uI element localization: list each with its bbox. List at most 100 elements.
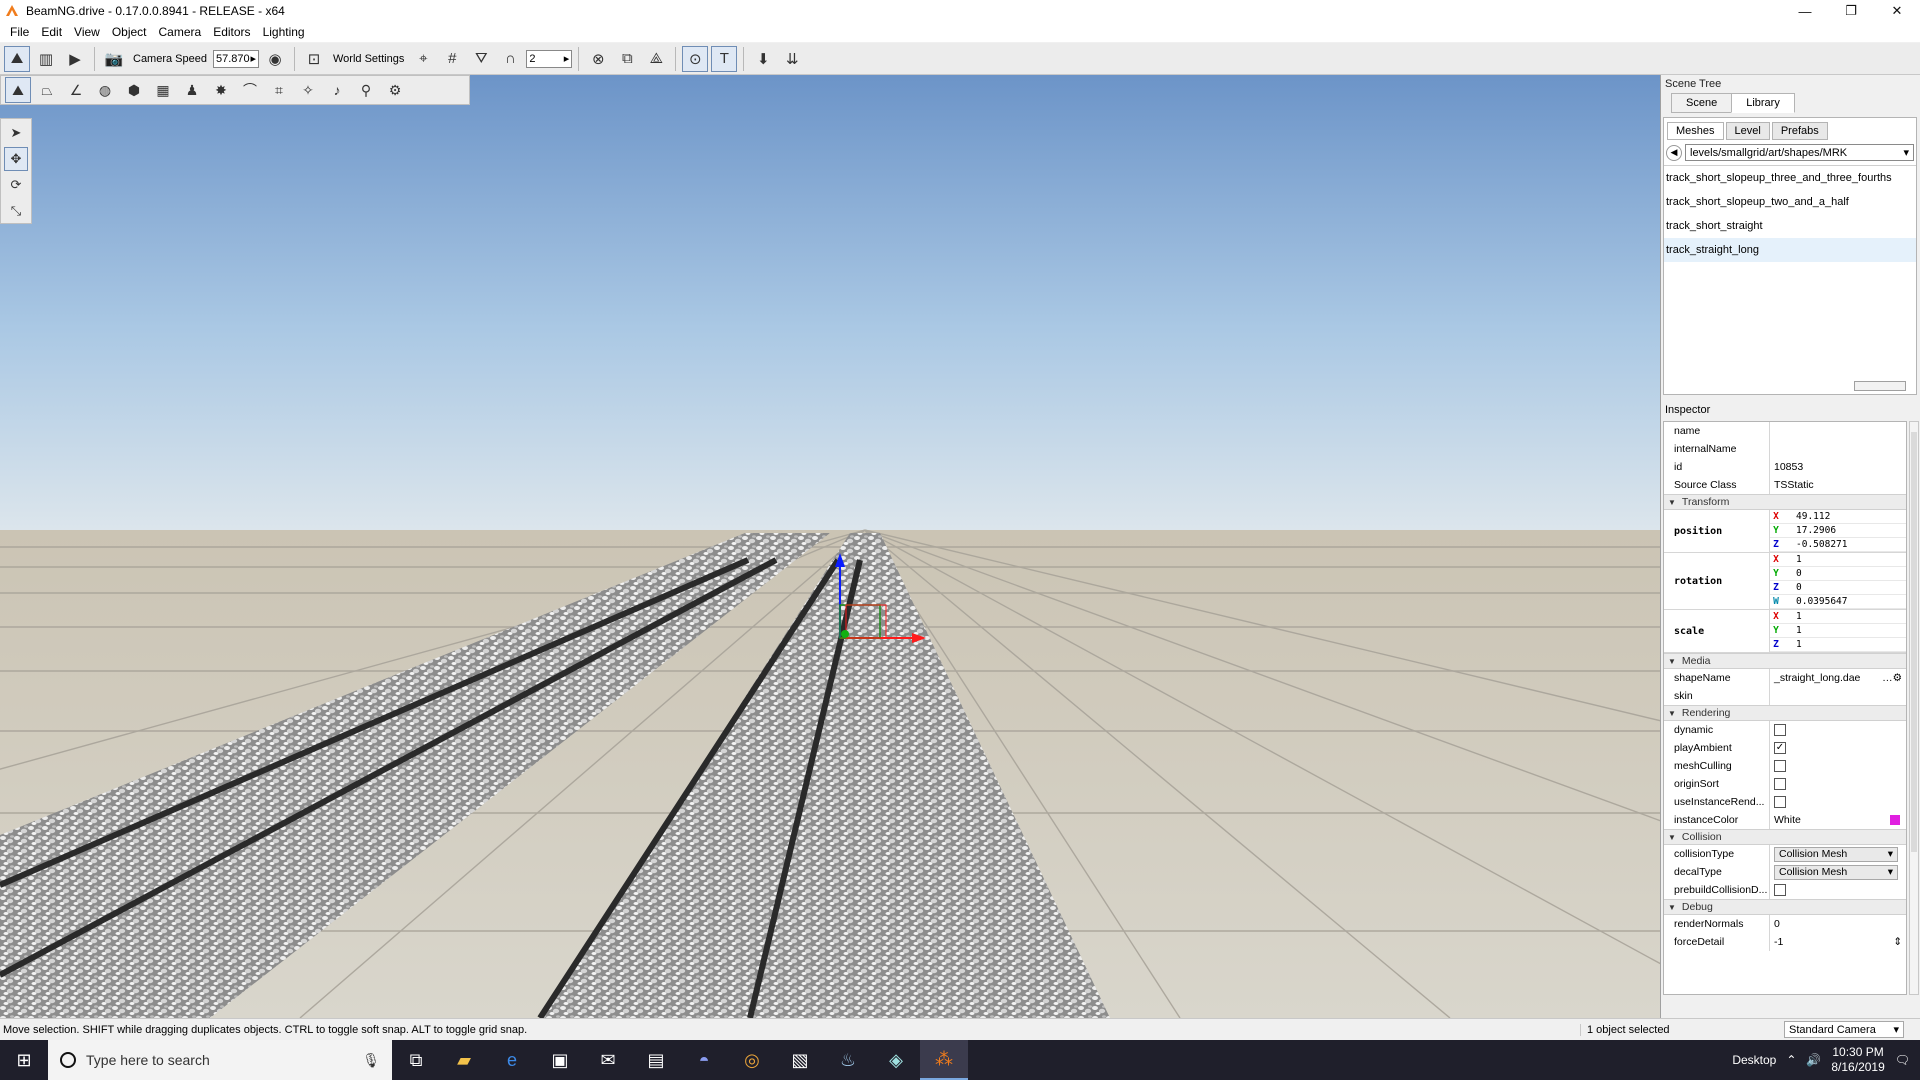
taskbar-search[interactable]: Type here to search 🎙 — [48, 1040, 392, 1080]
path-dropdown[interactable]: levels/smallgrid/art/shapes/MRK ▾ — [1685, 144, 1914, 161]
selection-mode-icon[interactable]: ⧉ — [614, 46, 640, 72]
discord-icon[interactable]: ◓ — [680, 1040, 728, 1080]
prebuildcollision-checkbox[interactable] — [1774, 884, 1786, 896]
scale-z-value[interactable]: 1 — [1782, 639, 1802, 650]
section-transform[interactable]: ▼ Transform — [1664, 494, 1906, 510]
meshculling-checkbox[interactable] — [1774, 760, 1786, 772]
prop-name-value[interactable] — [1770, 422, 1906, 440]
microphone-icon[interactable]: 🎙 — [362, 1052, 380, 1069]
ground-plane-icon[interactable]: ⏢ — [34, 77, 60, 103]
terrain-icon[interactable]: ⛰ — [5, 77, 31, 103]
rotate-icon[interactable]: ⟳ — [4, 173, 28, 197]
subtab-level[interactable]: Level — [1725, 122, 1770, 140]
scale-y-value[interactable]: 1 — [1782, 625, 1802, 636]
desktop-label[interactable]: Desktop — [1732, 1053, 1776, 1067]
decaltype-dropdown[interactable]: Collision Mesh ▾ — [1774, 864, 1898, 880]
terrain-snap-icon[interactable]: ⛛ — [468, 46, 494, 72]
rotation-x-value[interactable]: 1 — [1782, 554, 1802, 565]
skin-value[interactable] — [1770, 687, 1906, 705]
prop-internalname-value[interactable] — [1770, 440, 1906, 458]
light-icon[interactable]: ✧ — [295, 77, 321, 103]
section-debug[interactable]: ▼ Debug — [1664, 899, 1906, 915]
minimize-button[interactable]: — — [1782, 0, 1828, 22]
file-explorer-icon[interactable]: ▰ — [440, 1040, 488, 1080]
fit-view-icon[interactable]: ⊡ — [301, 46, 327, 72]
horizontal-scrollbar[interactable] — [1854, 381, 1906, 391]
app-icon-3[interactable]: ◈ — [872, 1040, 920, 1080]
tab-scene[interactable]: Scene — [1671, 93, 1733, 113]
snap-icon[interactable]: ⌖ — [410, 46, 436, 72]
dynamic-checkbox[interactable] — [1774, 724, 1786, 736]
subtab-meshes[interactable]: Meshes — [1667, 122, 1724, 140]
3d-viewport[interactable] — [0, 75, 1660, 1018]
grid-size-input[interactable]: 2 ▸ — [526, 49, 573, 68]
app-icon-2[interactable]: ▧ — [776, 1040, 824, 1080]
drop-settings-icon[interactable]: ⇊ — [779, 46, 805, 72]
rotation-w-value[interactable]: 0.0395647 — [1782, 596, 1847, 607]
tab-library[interactable]: Library — [1731, 93, 1795, 113]
scale-icon[interactable]: ⤡ — [4, 199, 28, 223]
inspector-scrollbar[interactable] — [1909, 421, 1919, 995]
decal-icon[interactable]: ⚲ — [353, 77, 379, 103]
color-swatch[interactable] — [1890, 815, 1900, 825]
scene-render[interactable] — [0, 75, 1660, 1018]
shape-icon[interactable]: ⬢ — [121, 77, 147, 103]
menu-camera[interactable]: Camera — [153, 25, 208, 39]
scale-x-value[interactable]: 1 — [1782, 611, 1802, 622]
volume-icon[interactable]: 🔊 — [1806, 1053, 1821, 1067]
camera-mode-dropdown[interactable]: Standard Camera ▾ — [1784, 1021, 1904, 1038]
section-media[interactable]: ▼ Media — [1664, 653, 1906, 669]
playambient-checkbox[interactable]: ✓ — [1774, 742, 1786, 754]
originsort-checkbox[interactable] — [1774, 778, 1786, 790]
emitter-icon[interactable]: ✸ — [208, 77, 234, 103]
list-item[interactable]: track_short_slopeup_three_and_three_four… — [1664, 166, 1916, 190]
visibility-eye-icon[interactable]: ◉ — [262, 46, 288, 72]
align-icon[interactable]: ⟁ — [643, 46, 669, 72]
list-item-selected[interactable]: track_straight_long — [1664, 238, 1916, 262]
useinstancerend-checkbox[interactable] — [1774, 796, 1786, 808]
section-collision[interactable]: ▼ Collision — [1664, 829, 1906, 845]
world-editor-icon[interactable]: ⛰ — [4, 45, 30, 72]
menu-view[interactable]: View — [68, 25, 106, 39]
steam-icon[interactable]: ♨ — [824, 1040, 872, 1080]
world-settings-label[interactable]: World Settings — [330, 53, 407, 65]
scroll-thumb[interactable] — [1911, 432, 1917, 852]
close-button[interactable]: ✕ — [1874, 0, 1920, 22]
object-center-icon[interactable]: ⊙ — [682, 45, 709, 72]
position-x-value[interactable]: 49.112 — [1782, 511, 1830, 522]
browse-ellipsis-icon[interactable]: …⚙ — [1882, 672, 1902, 684]
beamng-taskbar-icon[interactable]: ⁂ — [920, 1040, 968, 1080]
windows-start-icon[interactable]: ⊞ — [0, 1040, 48, 1080]
camera-icon[interactable]: 📷 — [101, 46, 127, 72]
list-item[interactable]: track_short_straight — [1664, 214, 1916, 238]
camera-speed-input[interactable]: 57.870 ▸ — [213, 49, 259, 68]
mail-icon[interactable]: ✉ — [584, 1040, 632, 1080]
task-view-icon[interactable]: ⧉ — [392, 1040, 440, 1080]
notification-icon[interactable]: 🗨 — [1895, 1053, 1910, 1067]
instancecolor-value[interactable]: White — [1774, 814, 1801, 826]
trigger-icon[interactable]: ⌒ — [237, 77, 263, 103]
chrome-icon[interactable]: ◎ — [728, 1040, 776, 1080]
magnet-icon[interactable]: ∩ — [497, 46, 523, 72]
maximize-button[interactable]: ❐ — [1828, 0, 1874, 22]
gui-editor-icon[interactable]: ▥ — [33, 46, 59, 72]
water-plane-icon[interactable]: ∠ — [63, 77, 89, 103]
rendernormals-value[interactable]: 0 — [1770, 915, 1906, 933]
path-icon[interactable]: ⌗ — [266, 77, 292, 103]
chevron-up-icon[interactable]: ⌃ — [1786, 1053, 1796, 1067]
drop-at-icon[interactable]: ⬇ — [750, 46, 776, 72]
shapename-value[interactable]: _straight_long.dae — [1774, 672, 1860, 684]
grid-snap-icon[interactable]: # — [439, 46, 465, 72]
rotation-z-value[interactable]: 0 — [1782, 582, 1802, 593]
camera-bookmark-icon[interactable]: ⚙ — [382, 77, 408, 103]
menu-object[interactable]: Object — [106, 25, 153, 39]
menu-editors[interactable]: Editors — [207, 25, 256, 39]
move-icon[interactable]: ✥ — [4, 147, 28, 171]
spinner-icon[interactable]: ⇕ — [1893, 936, 1902, 948]
section-rendering[interactable]: ▼ Rendering — [1664, 705, 1906, 721]
app-icon[interactable]: ▤ — [632, 1040, 680, 1080]
menu-edit[interactable]: Edit — [35, 25, 68, 39]
edge-browser-icon[interactable]: e — [488, 1040, 536, 1080]
text-icon[interactable]: T — [711, 45, 738, 72]
clock[interactable]: 10:30 PM 8/16/2019 — [1831, 1045, 1884, 1075]
